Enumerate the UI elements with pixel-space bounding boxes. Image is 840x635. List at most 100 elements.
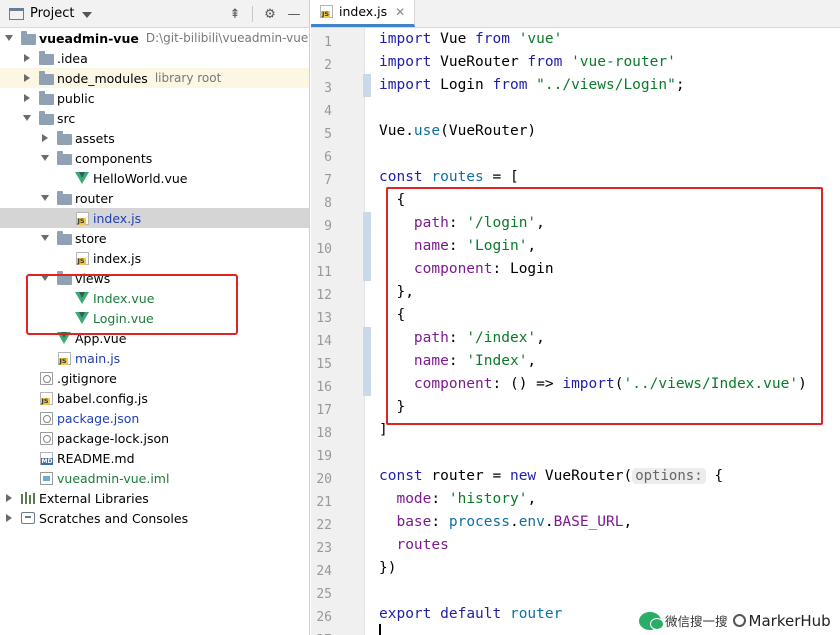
tree-node-index-vue[interactable]: Index.vue xyxy=(0,288,309,308)
chevron-right-icon[interactable] xyxy=(21,52,33,64)
tree-node-label: package-lock.json xyxy=(57,430,170,446)
tree-node-idea[interactable]: .idea xyxy=(0,48,309,68)
line-number: 19 xyxy=(316,449,332,464)
tree-node-label: HelloWorld.vue xyxy=(93,170,188,186)
vcs-change-marker xyxy=(363,327,371,396)
tree-node-label: package.json xyxy=(57,410,140,426)
chevron-down-icon[interactable] xyxy=(39,192,51,204)
js-file-icon xyxy=(320,5,333,18)
tree-node-src[interactable]: src xyxy=(0,108,309,128)
tree-node-views[interactable]: views xyxy=(0,268,309,288)
code-line-14: path: '/index', xyxy=(413,330,545,346)
line-number: 9 xyxy=(324,219,332,234)
line-number: 18 xyxy=(316,426,332,441)
markdown-file-icon xyxy=(38,451,54,465)
tab-index-js[interactable]: index.js ✕ xyxy=(311,0,416,27)
tree-node-label: vueadmin-vue.iml xyxy=(57,470,170,486)
parameter-hint: options: xyxy=(632,468,706,484)
tree-node-label: index.js xyxy=(93,210,142,226)
collapse-all-icon[interactable]: ⇞ xyxy=(228,7,242,22)
tree-node-readme[interactable]: README.md xyxy=(0,448,309,468)
editor-tab-bar: index.js ✕ xyxy=(311,0,840,28)
code-line-23: routes xyxy=(396,537,449,553)
chevron-right-icon[interactable] xyxy=(3,492,15,504)
close-icon[interactable]: ✕ xyxy=(395,5,405,19)
line-number: 16 xyxy=(316,380,332,395)
tree-node-public[interactable]: public xyxy=(0,88,309,108)
tree-node-helloworld-vue[interactable]: HelloWorld.vue xyxy=(0,168,309,188)
chevron-right-icon[interactable] xyxy=(21,92,33,104)
folder-icon xyxy=(56,130,72,145)
project-header[interactable]: Project ⇞ ⚙ — xyxy=(0,0,309,28)
line-number: 15 xyxy=(316,357,332,372)
tree-node-package-json[interactable]: package.json xyxy=(0,408,309,428)
chevron-down-icon[interactable] xyxy=(82,11,93,18)
code-line-7: const routes = [ xyxy=(379,169,519,185)
tree-node-scratches[interactable]: Scratches and Consoles xyxy=(0,508,309,528)
line-number: 24 xyxy=(316,564,332,579)
chevron-down-icon[interactable] xyxy=(39,272,51,284)
chevron-right-icon[interactable] xyxy=(39,132,51,144)
chevron-down-icon[interactable] xyxy=(3,32,15,44)
tree-node-label: src xyxy=(57,110,76,126)
tree-node-login-vue[interactable]: Login.vue xyxy=(0,308,309,328)
tree-node-label: components xyxy=(75,150,153,166)
tree-node-hint: library root xyxy=(154,71,222,85)
json-file-icon xyxy=(38,431,54,445)
vue-file-icon xyxy=(56,331,72,345)
tree-node-store-index-js[interactable]: index.js xyxy=(0,248,309,268)
folder-icon xyxy=(56,230,72,245)
tree-node-router-index-js[interactable]: index.js xyxy=(0,208,309,228)
line-number: 11 xyxy=(316,265,332,280)
line-number: 8 xyxy=(324,196,332,211)
chevron-right-icon[interactable] xyxy=(21,72,33,84)
wechat-icon xyxy=(639,611,664,630)
tree-node-label: .gitignore xyxy=(57,370,117,386)
code-editor[interactable]: 1 2 3 4 5 6 7 8 9 10 11 12 13 14 15 16 17 18 19 20 21 22 23 24 2… xyxy=(311,28,840,635)
tree-node-node-modules[interactable]: node_modules library root xyxy=(0,68,309,88)
code-line-18: ] xyxy=(379,422,388,438)
code-line-20: const router = new VueRouter(options: { xyxy=(379,468,724,484)
vcs-change-marker xyxy=(363,74,371,97)
code-line-15: name: 'Index', xyxy=(413,353,537,369)
tree-node-gitignore[interactable]: .gitignore xyxy=(0,368,309,388)
code-line-8: { xyxy=(379,192,406,208)
project-tool-window: Project ⇞ ⚙ — vueadmin-vue D:\git-bilibi… xyxy=(0,0,310,635)
tree-node-iml[interactable]: vueadmin-vue.iml xyxy=(0,468,309,488)
tree-node-package-lock-json[interactable]: package-lock.json xyxy=(0,428,309,448)
tree-node-main-js[interactable]: main.js xyxy=(0,348,309,368)
chevron-down-icon[interactable] xyxy=(39,152,51,164)
js-file-icon xyxy=(56,351,72,365)
tree-node-label: store xyxy=(75,230,107,246)
tree-node-label: Scratches and Consoles xyxy=(39,510,189,526)
minimize-icon[interactable]: — xyxy=(287,7,301,22)
tree-node-components[interactable]: components xyxy=(0,148,309,168)
line-number: 20 xyxy=(316,472,332,487)
watermark-account-name: MarkerHub xyxy=(748,611,831,630)
code-line-12: }, xyxy=(379,284,414,300)
line-number: 7 xyxy=(324,173,332,188)
chevron-down-icon[interactable] xyxy=(39,232,51,244)
chevron-down-icon[interactable] xyxy=(21,112,33,124)
tree-node-babel-config[interactable]: babel.config.js xyxy=(0,388,309,408)
folder-icon xyxy=(38,110,54,125)
project-tree: vueadmin-vue D:\git-bilibili\vueadmin-vu… xyxy=(0,28,309,528)
project-view-selector[interactable]: Project xyxy=(30,6,74,21)
tree-node-label: App.vue xyxy=(75,330,127,346)
tree-node-store[interactable]: store xyxy=(0,228,309,248)
tree-node-label: External Libraries xyxy=(39,490,149,506)
chevron-right-icon[interactable] xyxy=(3,512,15,524)
wechat-watermark: 微信搜一搜 MarkerHub xyxy=(633,606,840,635)
tree-node-router[interactable]: router xyxy=(0,188,309,208)
line-number: 10 xyxy=(316,242,332,257)
tree-node-assets[interactable]: assets xyxy=(0,128,309,148)
tree-node-app-vue[interactable]: App.vue xyxy=(0,328,309,348)
folder-icon xyxy=(20,30,36,45)
tree-node-root[interactable]: vueadmin-vue D:\git-bilibili\vueadmin-vu… xyxy=(0,28,309,48)
watermark-text: 微信搜一搜 xyxy=(665,614,728,629)
vue-file-icon xyxy=(74,311,90,325)
gear-icon[interactable]: ⚙ xyxy=(263,7,277,22)
tree-node-label: router xyxy=(75,190,114,206)
tree-node-external-libraries[interactable]: External Libraries xyxy=(0,488,309,508)
code-line-16: component: () => import('../views/Index.… xyxy=(413,376,807,392)
